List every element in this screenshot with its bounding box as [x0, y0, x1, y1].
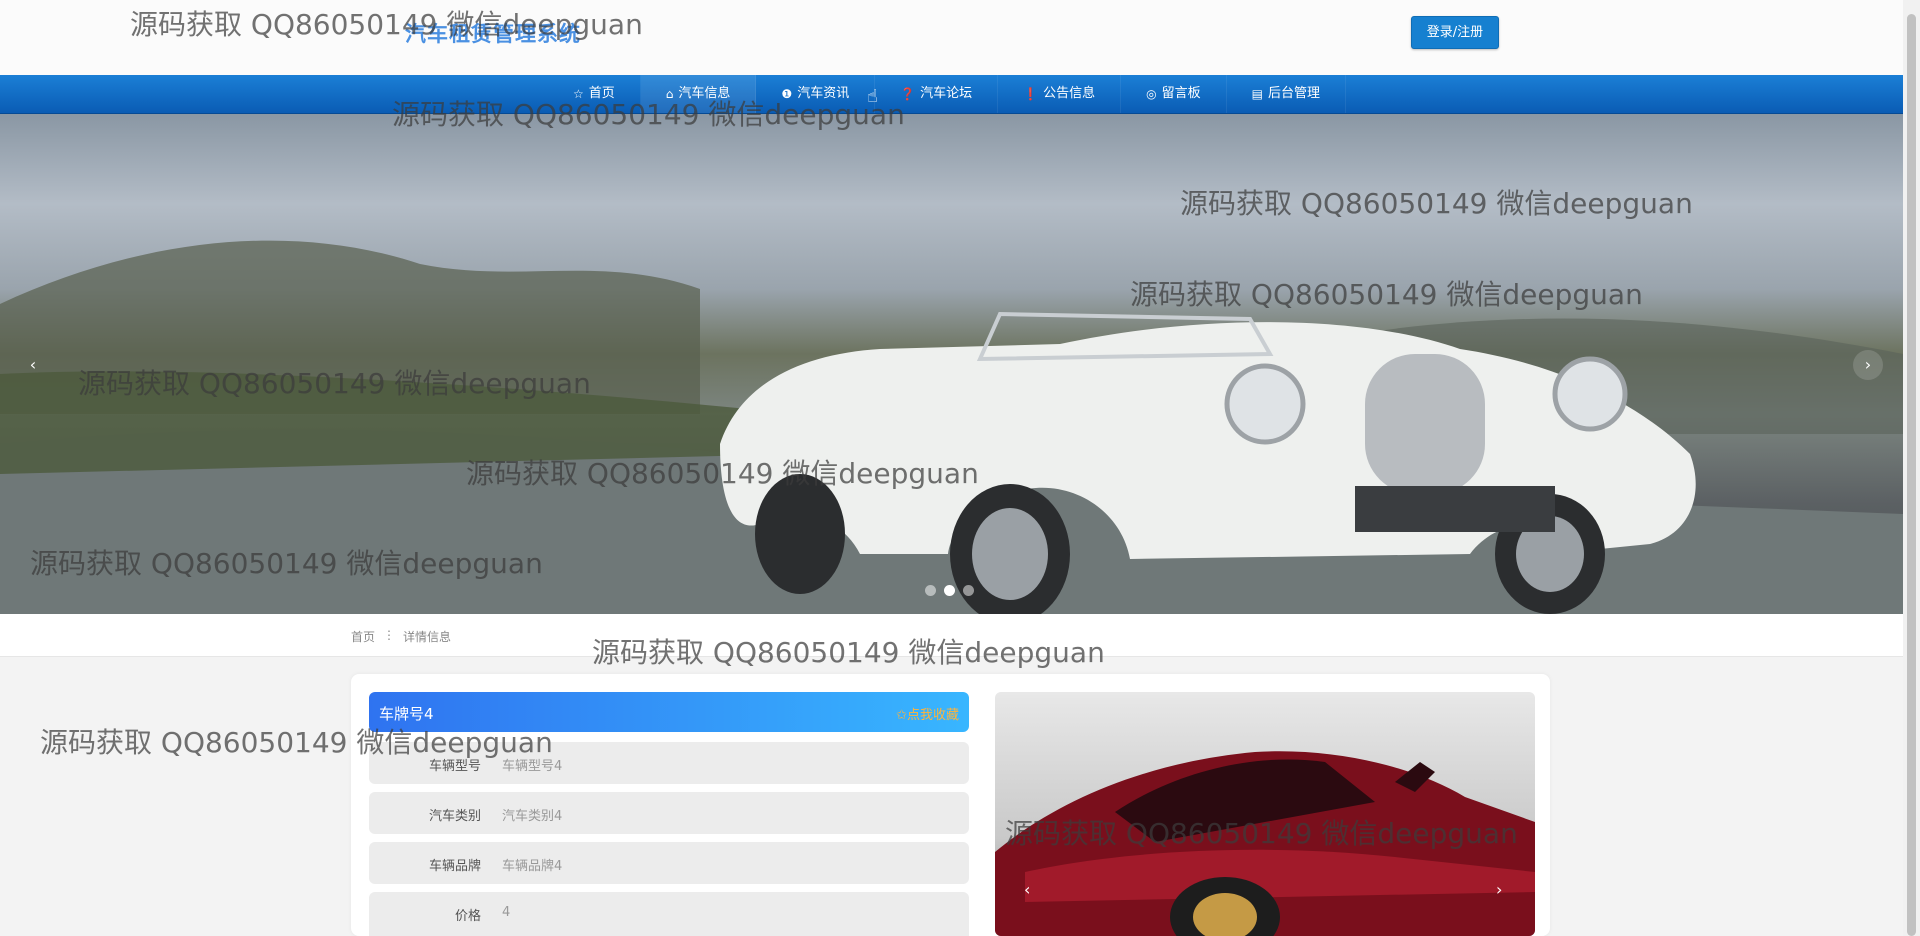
breadcrumb-current: 详情信息 — [403, 630, 452, 644]
gallery-prev-arrow[interactable]: ‹ — [1024, 880, 1030, 899]
favorite-button[interactable]: ✩点我收藏 — [896, 704, 959, 723]
field-row-category: 汽车类别 汽车类别4 — [369, 792, 969, 834]
info-icon: ❶ — [781, 87, 793, 101]
breadcrumb: 首页 ⋮ 详情信息 — [351, 628, 451, 645]
bag-icon: ⌂ — [665, 87, 674, 101]
nav-label: 汽车信息 — [678, 86, 731, 101]
carousel-dot[interactable] — [925, 585, 936, 596]
banner-image — [0, 240, 1903, 614]
scrollbar-thumb[interactable] — [1907, 14, 1916, 936]
breadcrumb-separator: ⋮ — [383, 628, 396, 642]
car-photo-gallery[interactable] — [995, 692, 1535, 936]
field-row-model: 车辆型号 车辆型号4 — [369, 742, 969, 784]
exclamation-icon: ❗ — [1023, 87, 1039, 101]
carousel-dot[interactable] — [963, 585, 974, 596]
field-label: 车辆型号 — [428, 759, 481, 774]
breadcrumb-home[interactable]: 首页 — [351, 628, 375, 645]
page-scrollbar[interactable] — [1903, 0, 1920, 936]
field-value: 汽车类别4 — [502, 809, 563, 824]
nav-label: 后台管理 — [1267, 86, 1320, 101]
nav-label: 首页 — [588, 86, 615, 101]
nav-item-admin[interactable]: ▤ 后台管理 — [1227, 75, 1346, 113]
banner-next-arrow[interactable]: › — [1853, 350, 1883, 380]
detail-title-bar: 车牌号4 ✩点我收藏 — [369, 692, 969, 732]
nav-item-message-board[interactable]: ◎ 留言板 — [1121, 75, 1227, 113]
nav-label: 留言板 — [1161, 86, 1201, 101]
target-icon: ◎ — [1146, 87, 1157, 101]
site-title[interactable]: 汽车租赁管理系统 — [405, 18, 581, 48]
breadcrumb-bar: 首页 ⋮ 详情信息 — [0, 614, 1903, 657]
clipboard-icon: ▤ — [1251, 87, 1263, 101]
banner-prev-arrow[interactable]: ‹ — [18, 350, 48, 380]
field-value: 4 — [502, 905, 511, 920]
nav-item-forum[interactable]: ❓ 汽车论坛 — [875, 75, 999, 113]
field-label: 汽车类别 — [428, 809, 481, 824]
star-icon: ☆ — [573, 87, 584, 101]
field-value: 车辆品牌4 — [502, 859, 563, 874]
nav-label: 公告信息 — [1043, 86, 1096, 101]
field-label: 车辆品牌 — [428, 859, 481, 874]
carousel-dot-active[interactable] — [944, 585, 955, 596]
field-row-price: 价格 4 — [369, 892, 969, 936]
question-icon: ❓ — [900, 87, 916, 101]
nav-item-home[interactable]: ☆ 首页 — [548, 75, 641, 113]
nav-label: 汽车资讯 — [797, 86, 850, 101]
main-nav: ☆ 首页 ⌂ 汽车信息 ❶ 汽车资讯 ❓ 汽车论坛 ❗ 公告信息 ◎ 留言板 ▤… — [0, 75, 1903, 114]
banner-carousel[interactable]: ‹ › — [0, 114, 1903, 614]
carousel-dots — [925, 585, 974, 596]
plate-number-title: 车牌号4 — [379, 705, 434, 723]
field-value: 车辆型号4 — [502, 759, 563, 774]
nav-label: 汽车论坛 — [920, 86, 973, 101]
nav-item-car-info[interactable]: ⌂ 汽车信息 — [640, 75, 757, 113]
field-label: 价格 — [454, 909, 481, 924]
nav-item-car-news[interactable]: ❶ 汽车资讯 — [756, 75, 876, 113]
header: 汽车租赁管理系统 登录/注册 — [0, 0, 1903, 75]
nav-item-notices[interactable]: ❗ 公告信息 — [998, 75, 1122, 113]
mouse-cursor-icon: ☝ — [867, 86, 878, 107]
login-register-button[interactable]: 登录/注册 — [1411, 16, 1499, 49]
field-row-brand: 车辆品牌 车辆品牌4 — [369, 842, 969, 884]
car-photo — [995, 751, 1535, 936]
gallery-next-arrow[interactable]: › — [1496, 880, 1502, 899]
